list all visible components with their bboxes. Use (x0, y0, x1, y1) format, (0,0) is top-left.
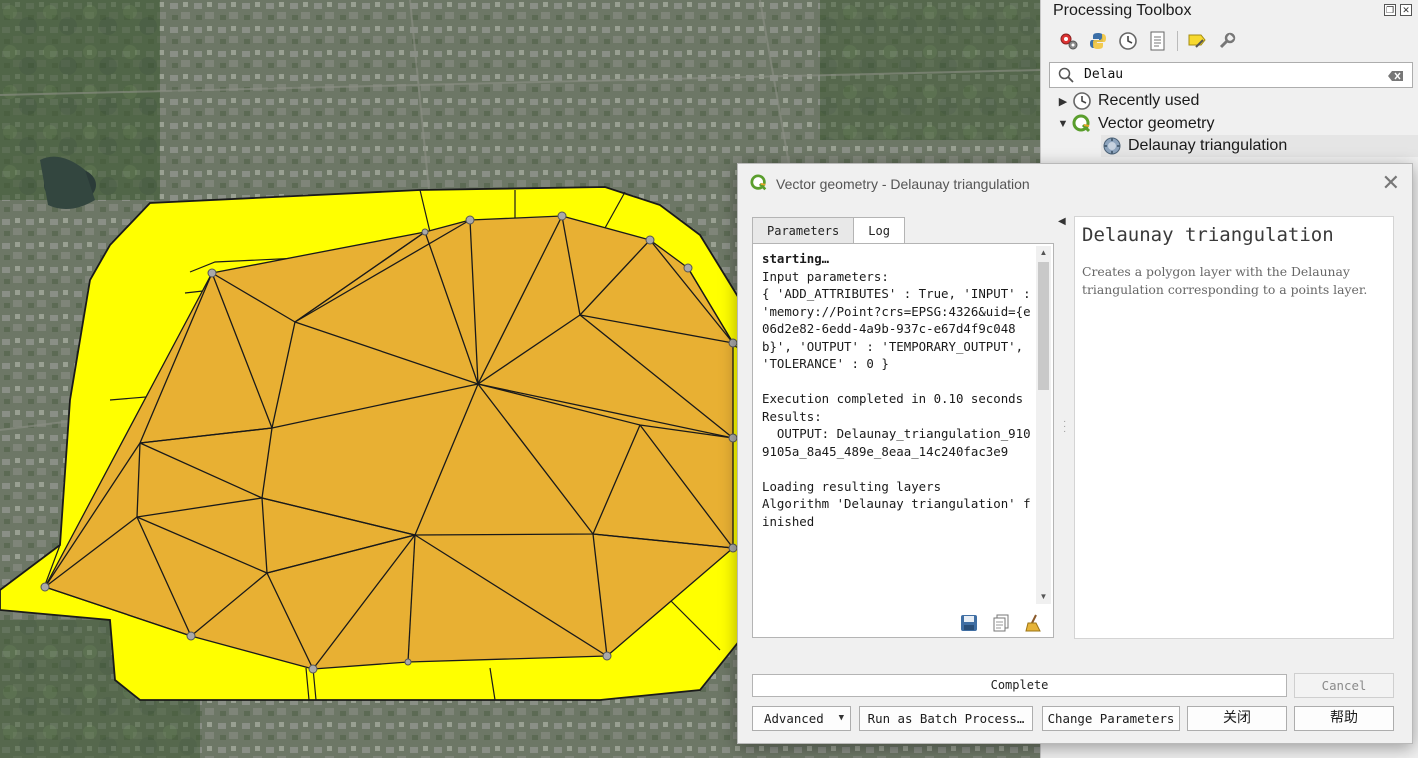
help-title: Delaunay triangulation (1082, 224, 1334, 246)
toolbar-separator (1177, 31, 1178, 51)
history-icon[interactable] (1117, 30, 1139, 52)
log-line: Execution completed in 0.10 seconds (762, 391, 1024, 406)
log-line: Algorithm 'Delaunay triangulation' finis… (762, 496, 1031, 529)
options-icon[interactable] (1216, 30, 1238, 52)
models-icon[interactable] (1057, 30, 1079, 52)
panel-window-buttons: ❐ ✕ (1384, 4, 1412, 16)
clock-icon (1071, 90, 1093, 112)
tab-log[interactable]: Log (853, 217, 905, 244)
python-icon[interactable] (1087, 30, 1109, 52)
help-button[interactable]: 帮助 (1294, 706, 1394, 731)
log-line: { 'ADD_ATTRIBUTES' : True, 'INPUT' : 'me… (762, 286, 1031, 371)
float-panel-icon[interactable]: ❐ (1384, 4, 1396, 16)
qgis-icon (750, 173, 768, 195)
advanced-button-label: Advanced (764, 711, 824, 726)
search-input[interactable]: Delau (1049, 62, 1413, 88)
change-parameters-button[interactable]: Change Parameters (1042, 706, 1180, 731)
progress-bar: Complete (752, 674, 1287, 697)
collapse-arrow-icon[interactable]: ▼ (1055, 118, 1071, 130)
log-line: Loading resulting layers (762, 478, 942, 494)
run-as-batch-button[interactable]: Run as Batch Process… (859, 706, 1033, 731)
log-panel: starting… Input parameters: { 'ADD_ATTRI… (752, 243, 1054, 638)
advanced-button[interactable]: Advanced ▼ (752, 706, 851, 731)
edit-features-icon[interactable] (1186, 30, 1208, 52)
close-panel-icon[interactable]: ✕ (1400, 4, 1412, 16)
tree-item-label: Recently used (1098, 92, 1200, 109)
toolbox-toolbar (1057, 30, 1238, 52)
cancel-button[interactable]: Cancel (1294, 673, 1394, 698)
log-text[interactable]: starting… Input parameters: { 'ADD_ATTRI… (762, 250, 1034, 602)
expand-arrow-icon[interactable]: ▶ (1055, 95, 1071, 108)
dialog-title: Vector geometry - Delaunay triangulation (776, 176, 1030, 192)
help-description: Creates a polygon layer with the Delauna… (1082, 264, 1368, 297)
tree-item-label: Vector geometry (1098, 115, 1215, 132)
collapse-help-icon[interactable]: ◀ (1058, 216, 1066, 227)
log-line: Input parameters: (762, 268, 889, 284)
tree-item-delaunay-triangulation[interactable]: Delaunay triangulation (1101, 135, 1418, 157)
search-icon (1058, 67, 1074, 88)
tree-item-vector-geometry[interactable]: ▼ Vector geometry (1055, 113, 1215, 135)
log-toolbar (959, 613, 1043, 633)
scroll-down-icon[interactable]: ▼ (1036, 590, 1051, 604)
panel-title: Processing Toolbox (1053, 2, 1192, 19)
tree-item-label: Delaunay triangulation (1128, 137, 1288, 154)
results-icon[interactable] (1147, 30, 1169, 52)
tab-parameters[interactable]: Parameters (752, 217, 855, 243)
panel-splitter[interactable]: · · · (1063, 417, 1066, 437)
close-button[interactable]: 关闭 (1187, 706, 1287, 731)
log-scrollbar[interactable]: ▲ ▼ (1036, 246, 1051, 604)
scroll-up-icon[interactable]: ▲ (1036, 246, 1051, 260)
scrollbar-thumb[interactable] (1038, 262, 1049, 390)
close-icon[interactable]: ✕ (1382, 172, 1400, 194)
log-starting: starting… (762, 251, 830, 266)
save-log-icon[interactable] (959, 613, 979, 633)
qgis-icon (1071, 113, 1093, 135)
algorithm-icon (1101, 135, 1123, 157)
search-value: Delau (1084, 67, 1124, 82)
algorithm-dialog: Vector geometry - Delaunay triangulation… (737, 163, 1413, 744)
clear-search-icon[interactable] (1388, 69, 1404, 87)
log-line: OUTPUT: Delaunay_triangulation_9109105a_… (762, 426, 1031, 459)
help-panel: Delaunay triangulation Creates a polygon… (1074, 216, 1394, 639)
clear-log-icon[interactable] (1023, 613, 1043, 633)
dialog-titlebar: Vector geometry - Delaunay triangulation (750, 172, 1030, 196)
tree-item-recently-used[interactable]: ▶ Recently used (1055, 90, 1199, 112)
copy-log-icon[interactable] (991, 613, 1011, 633)
chevron-down-icon: ▼ (838, 713, 844, 723)
dialog-tabs: Parameters Log (752, 217, 905, 244)
log-line: Results: (762, 408, 822, 424)
